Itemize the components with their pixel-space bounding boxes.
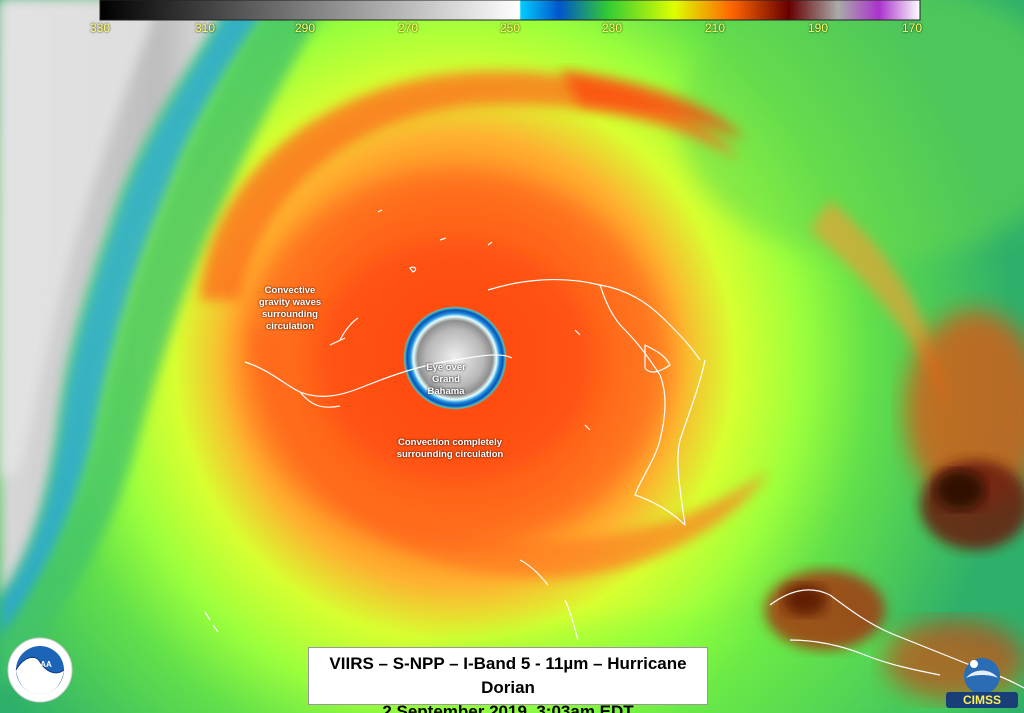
cimss-logo-icon: CIMSS: [946, 658, 1018, 708]
eye-annotation: Eye over Grand Bahama: [418, 362, 474, 398]
colorbar-tick: 290: [294, 21, 316, 35]
annotation-line: surrounding: [262, 309, 318, 320]
colorbar-tick: 230: [601, 21, 623, 35]
annotation-line: Bahama: [427, 386, 465, 397]
caption-date: 2 September 2019, 3:03am EDT: [382, 702, 634, 713]
caption-title: VIIRS – S-NPP – I-Band 5 - 11µm – Hurric…: [329, 654, 687, 697]
image-caption: VIIRS – S-NPP – I-Band 5 - 11µm – Hurric…: [308, 647, 708, 713]
annotation-line: Convective: [264, 285, 316, 296]
annotation-line: Grand: [432, 374, 460, 385]
convection-annotation: Convection completely surrounding circul…: [380, 437, 520, 461]
temperature-colorbar: 330 310 290 270 250 230 210 190 170: [90, 0, 923, 36]
annotation-line: gravity waves: [258, 297, 322, 308]
colorbar-tick: 190: [807, 21, 829, 35]
svg-text:CIMSS: CIMSS: [963, 693, 1001, 707]
colorbar-tick: 270: [397, 21, 419, 35]
gravity-waves-annotation: Convective gravity waves surrounding cir…: [245, 285, 335, 333]
colorbar-tick: 210: [704, 21, 726, 35]
annotation-line: Eye over: [426, 362, 466, 373]
colorbar-tick: 170: [901, 21, 923, 35]
annotation-line: Convection completely: [398, 437, 502, 448]
svg-text:NOAA: NOAA: [28, 660, 52, 669]
annotation-line: surrounding circulation: [396, 449, 504, 460]
noaa-logo-icon: NOAA: [7, 637, 73, 703]
annotation-line: circulation: [265, 321, 315, 332]
colorbar-tick: 330: [89, 21, 111, 35]
colorbar-tick: 310: [194, 21, 216, 35]
infrared-satellite-image: [0, 0, 1024, 713]
satellite-image-viewer: 330 310 290 270 250 230 210 190 170 Conv…: [0, 0, 1024, 713]
colorbar-tick: 250: [499, 21, 521, 35]
